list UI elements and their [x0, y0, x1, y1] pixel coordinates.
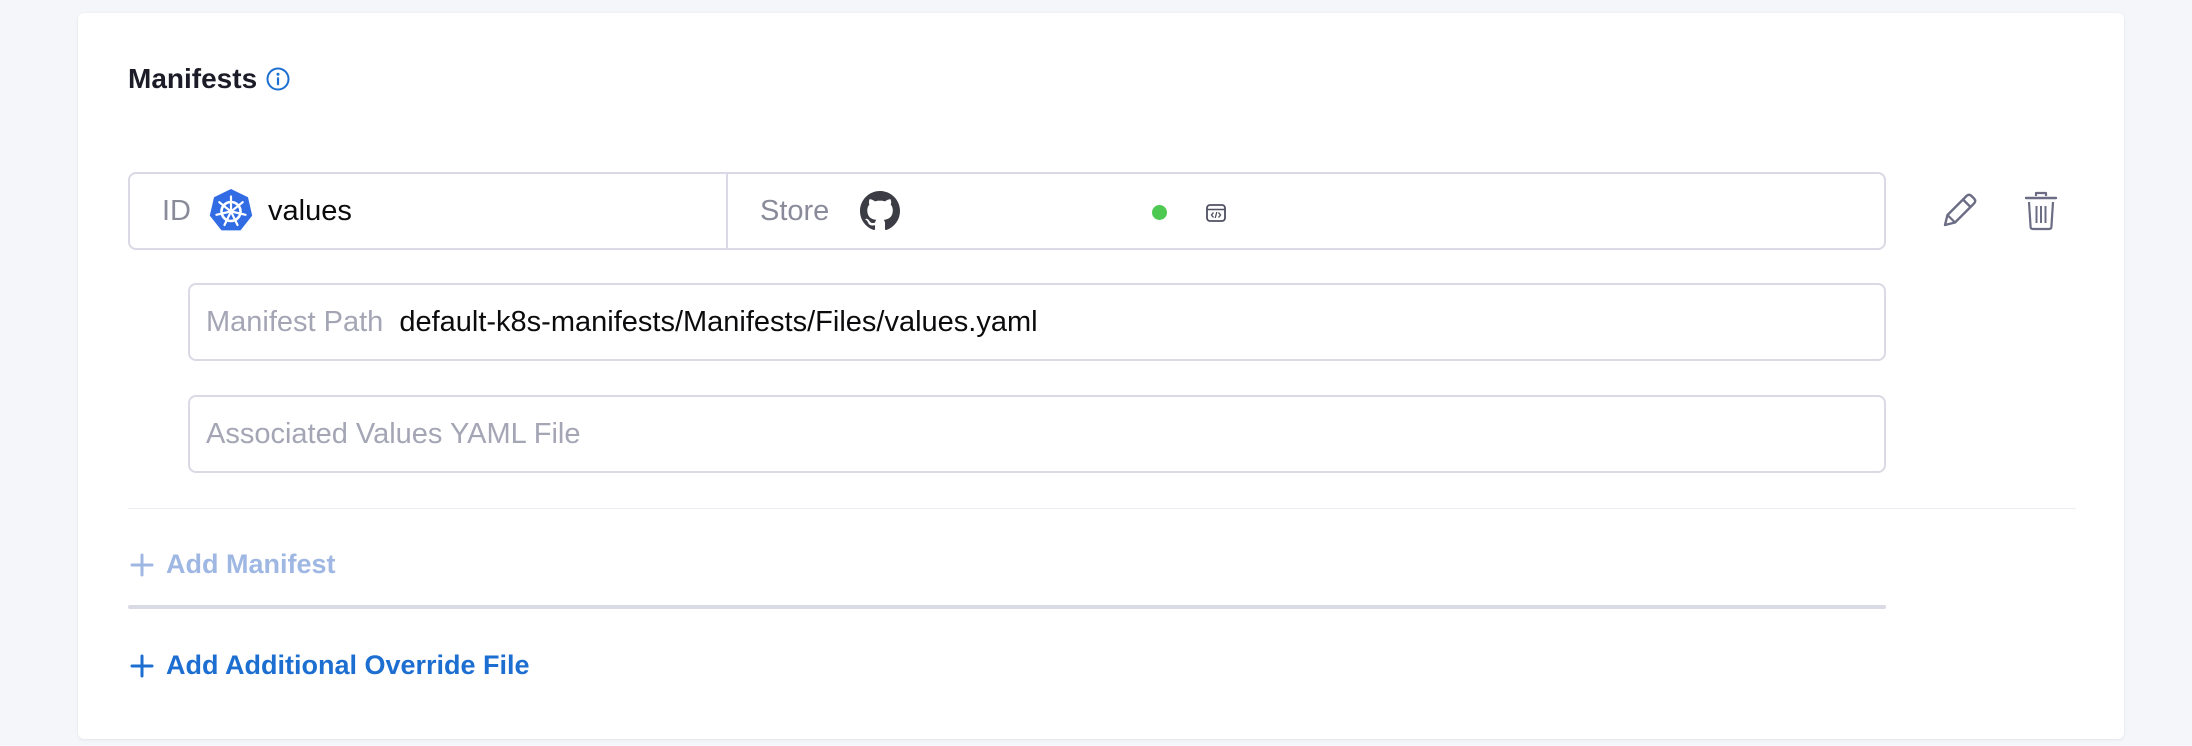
code-repository-icon[interactable]: [1203, 200, 1229, 226]
manifest-path-label: Manifest Path: [206, 305, 384, 338]
edit-pencil-icon[interactable]: [1938, 190, 1980, 232]
info-icon[interactable]: [265, 66, 291, 92]
manifest-store-segment: Store: [728, 174, 1884, 248]
delete-trash-icon[interactable]: [2023, 190, 2059, 232]
associated-values-placeholder: Associated Values YAML File: [206, 417, 581, 450]
add-override-label: Add Additional Override File: [166, 650, 530, 680]
manifest-id-segment: ID values: [130, 174, 728, 248]
add-manifest-button[interactable]: Add Manifest: [128, 549, 336, 580]
manifest-id-value: values: [268, 194, 352, 227]
separator-bar: [128, 605, 1886, 609]
plus-icon: [130, 654, 154, 677]
add-manifest-label: Add Manifest: [166, 549, 336, 579]
kubernetes-icon: [209, 189, 253, 231]
add-override-file-button[interactable]: Add Additional Override File: [128, 650, 530, 681]
manifest-path-value[interactable]: default-k8s-manifests/Manifests/Files/va…: [399, 306, 1037, 339]
section-title: Manifests: [128, 63, 258, 94]
manifest-path-field[interactable]: Manifest Path default-k8s-manifests/Mani…: [188, 283, 1886, 361]
manifests-card: Manifests ID values Store Manifest Path …: [78, 13, 2124, 739]
section-header: Manifests: [128, 63, 291, 95]
github-icon: [860, 191, 901, 231]
connection-status-dot: [1152, 205, 1167, 220]
id-label: ID: [162, 194, 191, 227]
store-label: Store: [760, 194, 830, 227]
plus-icon: [130, 553, 154, 576]
manifest-row[interactable]: ID values Store: [128, 172, 1886, 250]
divider: [128, 508, 2076, 509]
associated-values-yaml-field[interactable]: Associated Values YAML File: [188, 395, 1886, 473]
